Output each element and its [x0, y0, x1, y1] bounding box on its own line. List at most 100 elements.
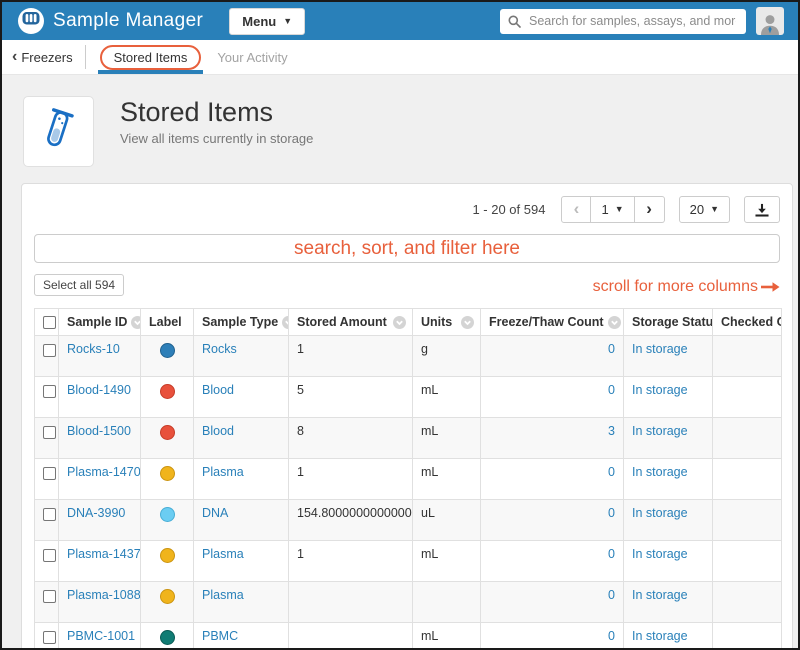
table-body: Rocks-10 Rocks 1 g 0 In storage Blood-14…	[35, 336, 782, 649]
table-row: PBMC-1001 PBMC mL 0 In storage	[35, 623, 782, 649]
table-row: Rocks-10 Rocks 1 g 0 In storage	[35, 336, 782, 377]
chevron-right-icon: ›	[646, 200, 652, 217]
row-checkbox[interactable]	[43, 467, 56, 480]
current-page-button[interactable]: 1 ▼	[591, 196, 634, 223]
page-header: Stored Items View all items currently in…	[23, 96, 778, 167]
row-checkbox[interactable]	[43, 549, 56, 562]
row-checkbox[interactable]	[43, 631, 56, 644]
sample-id-link[interactable]: DNA-3990	[67, 506, 125, 520]
sample-type-link[interactable]: Plasma	[202, 588, 244, 602]
chevron-left-icon: ‹	[574, 200, 580, 217]
freeze-thaw-cell: 0	[481, 336, 624, 377]
pagination-range: 1 - 20 of 594	[472, 202, 545, 217]
storage-status-link[interactable]: In storage	[632, 547, 688, 561]
col-storage-status: Storage Status	[632, 315, 713, 329]
chevron-left-icon: ‹	[12, 49, 17, 65]
sample-id-link[interactable]: Plasma-1088	[67, 588, 141, 602]
tab-stored-items[interactable]: Stored Items	[98, 40, 204, 74]
global-search[interactable]	[500, 9, 746, 34]
stored-amount-cell: 8	[289, 418, 413, 459]
col-units: Units	[421, 315, 452, 329]
column-menu-icon[interactable]	[461, 316, 474, 329]
col-label: Label	[149, 315, 182, 329]
sample-id-link[interactable]: Plasma-1437	[67, 547, 141, 561]
sample-type-link[interactable]: DNA	[202, 506, 228, 520]
units-cell	[413, 582, 481, 623]
pager-button-group: ‹ 1 ▼ ›	[561, 196, 664, 223]
storage-status-link[interactable]: In storage	[632, 506, 688, 520]
freeze-thaw-cell: 0	[481, 582, 624, 623]
app-title: Sample Manager	[53, 10, 203, 32]
stored-amount-cell: 154.800000000000011	[289, 500, 413, 541]
grid-filter-input[interactable]: search, sort, and filter here	[34, 234, 780, 263]
storage-status-link[interactable]: In storage	[632, 342, 688, 356]
search-input[interactable]	[527, 13, 738, 29]
table-row: Blood-1500 Blood 8 mL 3 In storage	[35, 418, 782, 459]
sample-id-link[interactable]: PBMC-1001	[67, 629, 135, 643]
col-checked-out: Checked Ou	[721, 315, 782, 329]
storage-status-link[interactable]: In storage	[632, 424, 688, 438]
label-color-dot	[160, 343, 175, 358]
freeze-thaw-cell: 0	[481, 377, 624, 418]
arrow-right-icon	[761, 281, 780, 293]
checked-out-cell	[713, 582, 782, 623]
sample-type-link[interactable]: Blood	[202, 383, 234, 397]
label-color-dot	[160, 548, 175, 563]
page-title: Stored Items	[120, 98, 313, 126]
sample-type-link[interactable]: Plasma	[202, 465, 244, 479]
column-menu-icon[interactable]	[608, 316, 621, 329]
units-cell: uL	[413, 500, 481, 541]
column-menu-icon[interactable]	[393, 316, 406, 329]
units-cell: g	[413, 336, 481, 377]
sample-type-link[interactable]: Rocks	[202, 342, 237, 356]
labkey-logo-icon	[18, 8, 44, 34]
select-all-button[interactable]: Select all 594	[34, 274, 124, 296]
row-checkbox[interactable]	[43, 426, 56, 439]
tab-your-activity[interactable]: Your Activity	[217, 40, 287, 74]
sample-type-link[interactable]: Blood	[202, 424, 234, 438]
sample-id-link[interactable]: Rocks-10	[67, 342, 120, 356]
grid-toolbar: Select all 594 scroll for more columns	[34, 274, 780, 296]
column-menu-icon[interactable]	[131, 316, 140, 329]
chevron-down-icon: ▼	[615, 205, 624, 214]
app-window: Sample Manager Menu ▼ ‹ Freez	[0, 0, 800, 650]
storage-status-link[interactable]: In storage	[632, 588, 688, 602]
page-body: Stored Items View all items currently in…	[2, 75, 798, 648]
test-tube-icon	[36, 106, 82, 157]
row-checkbox[interactable]	[43, 385, 56, 398]
select-all-checkbox[interactable]	[43, 316, 56, 329]
label-color-dot	[160, 507, 175, 522]
search-annotation: search, sort, and filter here	[294, 238, 520, 260]
annotation-oval: Stored Items	[100, 45, 202, 70]
sample-id-link[interactable]: Plasma-1470	[67, 465, 141, 479]
row-checkbox[interactable]	[43, 508, 56, 521]
units-cell: mL	[413, 623, 481, 649]
export-button[interactable]	[744, 196, 780, 223]
samples-table: Sample ID Label Sample Type Stored Amoun…	[34, 308, 782, 648]
freeze-thaw-cell: 0	[481, 623, 624, 649]
menu-button[interactable]: Menu ▼	[229, 8, 305, 35]
stored-amount-cell: 5	[289, 377, 413, 418]
row-checkbox[interactable]	[43, 344, 56, 357]
row-checkbox[interactable]	[43, 590, 56, 603]
page-size-button[interactable]: 20 ▼	[679, 196, 730, 223]
storage-status-link[interactable]: In storage	[632, 383, 688, 397]
user-avatar[interactable]	[756, 7, 784, 35]
sample-type-link[interactable]: PBMC	[202, 629, 238, 643]
storage-status-link[interactable]: In storage	[632, 629, 688, 643]
stored-amount-cell	[289, 623, 413, 649]
scroll-annotation: scroll for more columns	[593, 278, 780, 296]
column-menu-icon[interactable]	[282, 316, 288, 329]
chevron-down-icon: ▼	[710, 205, 719, 214]
storage-status-link[interactable]: In storage	[632, 465, 688, 479]
col-sample-type: Sample Type	[202, 315, 278, 329]
prev-page-button[interactable]: ‹	[561, 196, 591, 223]
sample-id-link[interactable]: Blood-1500	[67, 424, 131, 438]
next-page-button[interactable]: ›	[635, 196, 665, 223]
sample-id-link[interactable]: Blood-1490	[67, 383, 131, 397]
checked-out-cell	[713, 541, 782, 582]
table-row: DNA-3990 DNA 154.800000000000011 uL 0 In…	[35, 500, 782, 541]
tab-freezers[interactable]: ‹ Freezers	[12, 40, 73, 74]
sample-type-link[interactable]: Plasma	[202, 547, 244, 561]
stored-amount-cell	[289, 582, 413, 623]
